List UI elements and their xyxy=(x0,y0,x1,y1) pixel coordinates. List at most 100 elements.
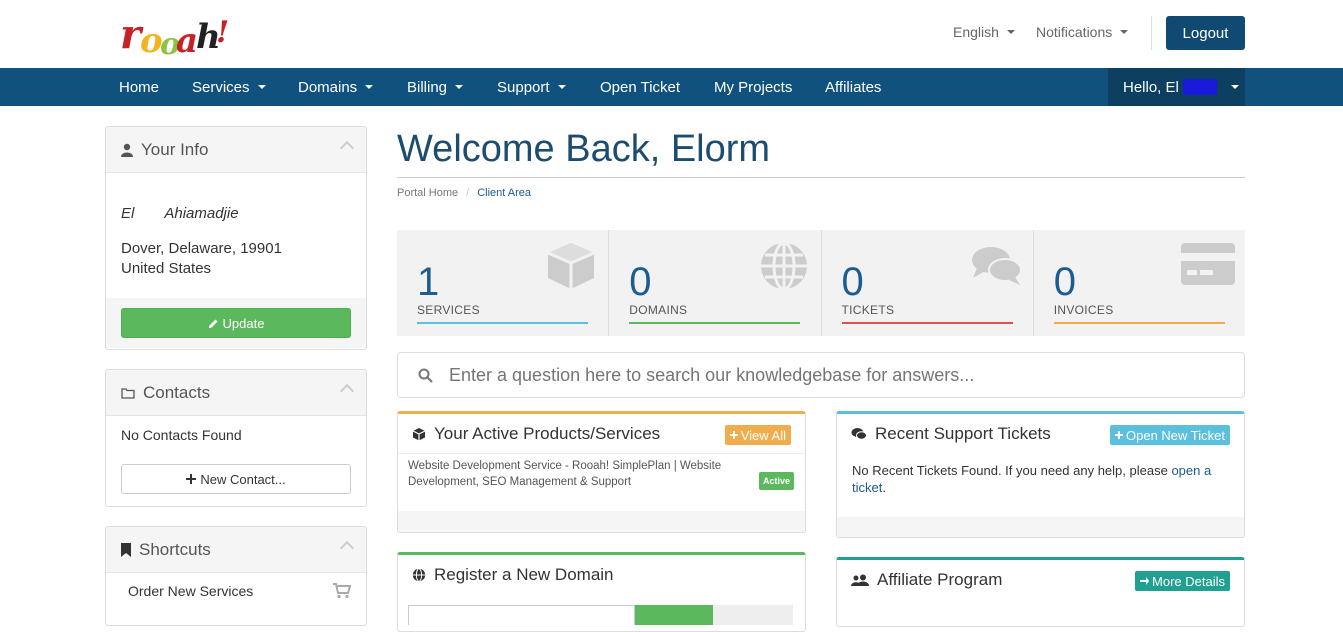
card-title: Your Active Products/Services xyxy=(434,423,661,443)
nav-support[interactable]: Support xyxy=(497,68,566,106)
update-button[interactable]: Update xyxy=(121,308,351,338)
notifications-dropdown[interactable]: Notifications xyxy=(1036,24,1129,40)
contacts-empty: No Contacts Found xyxy=(121,427,242,443)
panel-title: Shortcuts xyxy=(139,539,211,559)
bookmark-icon xyxy=(121,542,131,557)
active-products-card: Your Active Products/Services View All W… xyxy=(397,411,806,533)
plus-icon xyxy=(729,431,738,439)
affiliate-program-header: Affiliate Program More Details xyxy=(837,560,1244,600)
nav-domains[interactable]: Domains xyxy=(298,68,374,106)
contacts-panel: Contacts No Contacts Found New Contact..… xyxy=(105,369,367,507)
card-title: Affiliate Program xyxy=(877,570,1003,589)
product-row[interactable]: Website Development Service - Rooah! Sim… xyxy=(398,454,805,511)
stat-domains[interactable]: 0 DOMAINS xyxy=(609,230,822,336)
users-icon xyxy=(851,574,869,586)
user-icon xyxy=(121,143,133,157)
notifications-label: Notifications xyxy=(1036,24,1113,40)
credit-card-icon xyxy=(1181,243,1235,285)
main-navbar: Home Services Domains Billing Support Op… xyxy=(0,68,1343,106)
more-details-button[interactable]: More Details xyxy=(1135,571,1230,591)
comments-icon xyxy=(971,247,1022,285)
stat-label: TICKETS xyxy=(841,303,895,317)
domain-input[interactable] xyxy=(408,605,635,625)
svg-text:!: ! xyxy=(216,15,229,50)
new-contact-label: New Contact... xyxy=(200,471,286,487)
card-footer xyxy=(837,517,1244,537)
language-dropdown[interactable]: English xyxy=(953,24,1015,40)
chevron-up-icon[interactable] xyxy=(339,540,355,556)
tickets-empty-message: No Recent Tickets Found. If you need any… xyxy=(837,454,1244,517)
recent-tickets-card: Recent Support Tickets Open New Ticket N… xyxy=(836,411,1245,538)
domain-search-button[interactable] xyxy=(635,605,713,625)
breadcrumb-separator: / xyxy=(466,187,470,199)
caret-down-icon xyxy=(455,85,464,89)
breadcrumb: Portal Home / Client Area xyxy=(397,187,531,199)
new-contact-button[interactable]: New Contact... xyxy=(121,464,351,494)
register-domain-card: Register a New Domain xyxy=(397,552,806,632)
logout-button[interactable]: Logout xyxy=(1166,16,1245,50)
stat-underline xyxy=(1053,322,1225,324)
domain-transfer-button[interactable] xyxy=(713,605,793,625)
pencil-icon xyxy=(208,319,218,328)
user-greeting: Hello, El xyxy=(1123,78,1179,96)
recent-tickets-header: Recent Support Tickets Open New Ticket xyxy=(837,414,1244,454)
user-menu-dropdown[interactable]: Hello, El xyxy=(1108,68,1245,106)
card-title: Register a New Domain xyxy=(434,565,614,584)
stat-value: 0 xyxy=(841,260,864,304)
svg-text:a: a xyxy=(176,21,198,60)
caret-down-icon xyxy=(1120,30,1129,34)
stat-label: INVOICES xyxy=(1053,303,1114,317)
nav-affiliates[interactable]: Affiliates xyxy=(825,68,881,106)
contacts-header[interactable]: Contacts xyxy=(106,370,366,416)
nav-open-ticket[interactable]: Open Ticket xyxy=(600,68,680,106)
nav-label: Open Ticket xyxy=(600,78,681,96)
cube-icon xyxy=(412,427,426,440)
stat-value: 0 xyxy=(629,260,652,304)
stat-label: DOMAINS xyxy=(629,303,688,317)
stat-tickets[interactable]: 0 TICKETS xyxy=(822,230,1034,336)
nav-billing[interactable]: Billing xyxy=(407,68,464,106)
nav-label: Affiliates xyxy=(825,78,882,96)
register-domain-header: Register a New Domain xyxy=(398,555,805,595)
plus-icon xyxy=(1115,431,1123,439)
order-new-services-link[interactable]: Order New Services xyxy=(106,573,366,599)
panel-title: Contacts xyxy=(143,382,211,402)
chevron-up-icon[interactable] xyxy=(339,140,355,156)
client-first-name: El xyxy=(121,205,135,222)
your-info-body: El Ahiamadjie Dover, Delaware, 19901 Uni… xyxy=(106,173,366,298)
your-info-footer: Update xyxy=(106,298,366,348)
nav-home[interactable]: Home xyxy=(119,68,159,106)
nav-my-projects[interactable]: My Projects xyxy=(714,68,792,106)
stat-underline xyxy=(841,322,1013,324)
nav-label: Services xyxy=(192,78,250,96)
open-new-ticket-label: Open New Ticket xyxy=(1126,427,1225,443)
knowledgebase-search-input[interactable] xyxy=(449,364,1209,386)
nav-label: Home xyxy=(119,78,160,96)
globe-icon xyxy=(760,241,807,291)
shopping-cart-icon xyxy=(333,583,351,599)
stat-underline xyxy=(629,322,801,324)
your-info-header[interactable]: Your Info xyxy=(106,127,366,173)
update-label: Update xyxy=(222,315,265,331)
nav-services[interactable]: Services xyxy=(192,68,266,106)
cube-icon xyxy=(547,243,595,289)
tickets-empty-suffix: . xyxy=(882,480,886,495)
page-title: Welcome Back, Elorm xyxy=(397,128,771,170)
more-details-label: More Details xyxy=(1152,573,1225,589)
open-new-ticket-button[interactable]: Open New Ticket xyxy=(1110,425,1230,445)
chevron-up-icon[interactable] xyxy=(339,383,355,399)
active-products-header: Your Active Products/Services View All xyxy=(398,414,805,454)
panel-title: Your Info xyxy=(141,139,209,159)
stat-services[interactable]: 1 SERVICES xyxy=(397,230,610,336)
redacted-name xyxy=(1182,79,1217,95)
nav-label: Support xyxy=(497,78,550,96)
stat-invoices[interactable]: 0 INVOICES xyxy=(1034,230,1245,336)
client-last-name: Ahiamadjie xyxy=(164,205,239,222)
caret-down-icon xyxy=(365,85,374,89)
breadcrumb-portal-home[interactable]: Portal Home xyxy=(397,187,458,199)
shortcuts-header[interactable]: Shortcuts xyxy=(106,527,366,573)
rooah-logo[interactable]: r o o a h ! xyxy=(118,6,230,62)
view-all-button[interactable]: View All xyxy=(724,425,791,445)
tickets-empty-text: No Recent Tickets Found. If you need any… xyxy=(852,463,1168,478)
contacts-footer: New Contact... xyxy=(106,458,366,494)
